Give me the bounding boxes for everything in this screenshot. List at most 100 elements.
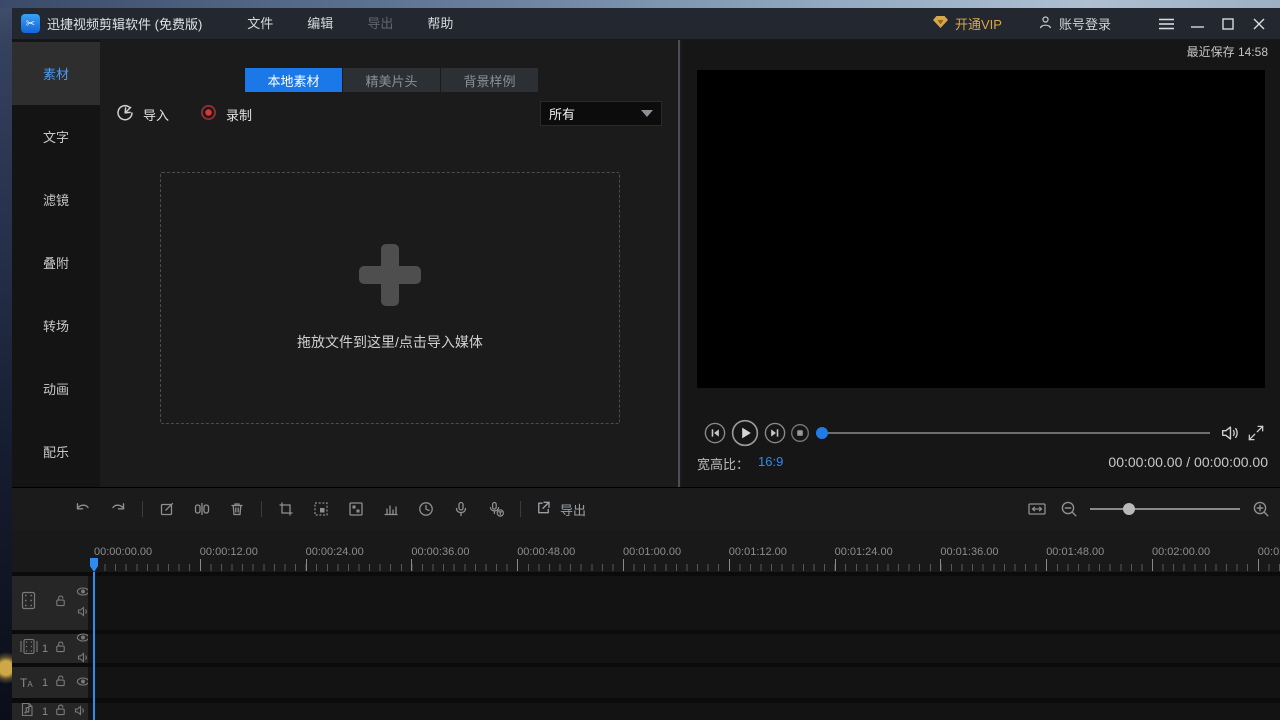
delete-icon[interactable] — [226, 498, 248, 520]
text-track-icon: TA — [20, 676, 33, 690]
redo-icon[interactable] — [107, 498, 129, 520]
timeline-ruler[interactable]: 00:00:00.00 00:00:12.00 00:00:24.00 00:0… — [12, 544, 1280, 572]
fullscreen-icon[interactable] — [1246, 423, 1266, 443]
sidebar-item-text[interactable]: 文字 — [12, 105, 100, 168]
ruler-major-tick — [623, 559, 624, 571]
preview-panel: 最近保存 14:58 — [682, 40, 1280, 487]
ruler-label: 00:01:36.00 — [940, 546, 998, 558]
ruler-major-tick — [517, 559, 518, 571]
menu-file[interactable]: 文件 — [230, 8, 290, 40]
hamburger-menu-icon[interactable] — [1155, 13, 1177, 35]
undo-icon[interactable] — [72, 498, 94, 520]
plus-icon — [359, 244, 421, 306]
import-icon — [116, 104, 134, 125]
ruler-major-tick — [200, 559, 201, 571]
media-dropzone[interactable]: 拖放文件到这里/点击导入媒体 — [160, 172, 620, 424]
sidebar-item-overlay[interactable]: 叠附 — [12, 231, 100, 294]
record-icon — [200, 104, 217, 124]
crop-icon[interactable] — [275, 498, 297, 520]
track-row-video — [12, 576, 1280, 630]
dropzone-text: 拖放文件到这里/点击导入媒体 — [297, 332, 483, 352]
ruler-major-tick — [835, 559, 836, 571]
voice-to-text-icon[interactable] — [485, 498, 507, 520]
menu-help[interactable]: 帮助 — [410, 8, 470, 40]
volume-icon[interactable] — [1219, 422, 1241, 444]
text-track-lane[interactable] — [88, 667, 1280, 698]
sidebar-item-filter[interactable]: 滤镜 — [12, 168, 100, 231]
account-login-button[interactable]: 账号登录 — [1038, 14, 1111, 33]
unlock-icon[interactable] — [54, 639, 67, 658]
record-label: 录制 — [226, 105, 252, 124]
ruler-label: 00:02:12.00 — [1258, 546, 1280, 558]
ruler-major-tick — [1152, 559, 1153, 571]
video-track-lane[interactable] — [88, 576, 1280, 630]
seek-thumb[interactable] — [816, 427, 828, 439]
import-button[interactable]: 导入 — [116, 102, 169, 126]
ruler-major-tick — [729, 559, 730, 571]
vip-button[interactable]: 开通VIP — [932, 14, 1002, 33]
mosaic-icon[interactable] — [345, 498, 367, 520]
media-tabs: 本地素材 精美片头 背景样例 — [245, 68, 538, 92]
tab-background-samples[interactable]: 背景样例 — [441, 68, 538, 92]
close-button[interactable] — [1248, 13, 1270, 35]
ruler-label: 00:00:24.00 — [306, 546, 364, 558]
split-clip-icon[interactable] — [191, 498, 213, 520]
zoom-out-icon[interactable] — [1058, 498, 1080, 520]
app-window: ✂ 迅捷视频剪辑软件 (免费版) 文件 编辑 导出 帮助 开通VIP 账号登录 — [12, 8, 1280, 720]
menu-bar: 文件 编辑 导出 帮助 — [230, 8, 470, 40]
minimize-button[interactable] — [1186, 13, 1208, 35]
sidebar-item-animation[interactable]: 动画 — [12, 357, 100, 420]
video-track-icon — [20, 591, 37, 615]
window-controls — [1155, 13, 1270, 35]
track-number: 1 — [42, 643, 48, 655]
overlay-track-lane[interactable] — [88, 634, 1280, 663]
tab-intro-templates[interactable]: 精美片头 — [343, 68, 440, 92]
timeline-zoom-slider[interactable] — [1090, 502, 1240, 516]
previous-frame-button[interactable] — [704, 422, 726, 444]
stop-button[interactable] — [791, 424, 810, 443]
microphone-icon[interactable] — [450, 498, 472, 520]
menu-edit[interactable]: 编辑 — [290, 8, 350, 40]
sidebar-item-transition[interactable]: 转场 — [12, 294, 100, 357]
sidebar-item-music[interactable]: 配乐 — [12, 420, 100, 483]
seek-bar[interactable] — [822, 432, 1210, 434]
media-filter-dropdown[interactable]: 所有 — [540, 101, 662, 126]
record-button[interactable]: 录制 — [200, 102, 252, 126]
ruler-label: 00:01:48.00 — [1046, 546, 1104, 558]
tab-local-media[interactable]: 本地素材 — [245, 68, 342, 92]
unlock-icon[interactable] — [54, 594, 67, 613]
ruler-label: 00:02:00.00 — [1152, 546, 1210, 558]
unlock-icon[interactable] — [54, 673, 67, 692]
ruler-label: 00:00:12.00 — [200, 546, 258, 558]
audio-track-header: 1 — [12, 703, 88, 720]
audio-track-lane[interactable] — [88, 703, 1280, 720]
zoom-slider-thumb[interactable] — [1123, 503, 1135, 515]
maximize-button[interactable] — [1217, 13, 1239, 35]
play-button[interactable] — [731, 419, 759, 447]
timeline-export-button[interactable]: 导出 — [534, 498, 586, 520]
overlay-track-icon — [20, 638, 38, 660]
timeline-zoom-controls — [1026, 488, 1272, 530]
ruler-label: 00:01:00.00 — [623, 546, 681, 558]
aspect-ratio-value[interactable]: 16:9 — [758, 454, 783, 469]
account-person-icon — [1038, 15, 1053, 33]
video-preview[interactable] — [697, 70, 1265, 388]
next-frame-button[interactable] — [764, 422, 786, 444]
duration-clock-icon[interactable] — [415, 498, 437, 520]
zoom-slider-track[interactable] — [1090, 508, 1240, 510]
import-label: 导入 — [143, 105, 169, 124]
track-number: 1 — [42, 677, 48, 689]
mute-speaker-icon[interactable] — [74, 703, 86, 720]
audio-levels-icon[interactable] — [380, 498, 402, 520]
fit-timeline-icon[interactable] — [1026, 498, 1048, 520]
edit-clip-icon[interactable] — [156, 498, 178, 520]
freeze-frame-icon[interactable] — [310, 498, 332, 520]
preview-status-row: 宽高比： 16:9 00:00:00.00 / 00:00:00.00 — [682, 454, 1280, 476]
sidebar-item-media[interactable]: 素材 — [12, 42, 100, 105]
unlock-icon[interactable] — [54, 703, 67, 720]
aspect-ratio-label: 宽高比： — [697, 454, 749, 473]
ruler-major-tick — [306, 559, 307, 571]
app-title: 迅捷视频剪辑软件 (免费版) — [47, 14, 202, 33]
zoom-in-icon[interactable] — [1250, 498, 1272, 520]
timeline-panel: 导出 00:00:00.00 00:00:12. — [12, 487, 1280, 720]
